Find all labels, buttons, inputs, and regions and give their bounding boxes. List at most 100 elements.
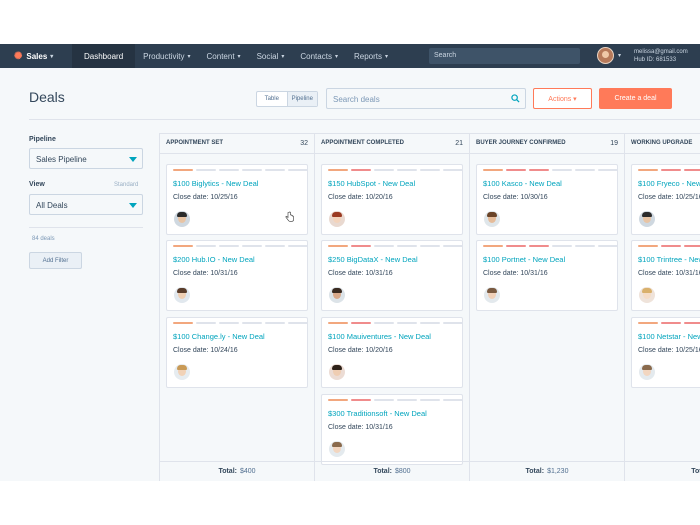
global-search-input[interactable]: Search xyxy=(429,48,580,64)
view-table-button[interactable]: Table xyxy=(257,92,287,106)
avatar-hair xyxy=(642,365,652,370)
nav-reports[interactable]: Reports ▾ xyxy=(346,44,396,68)
total-label: Total: xyxy=(525,468,545,475)
deal-title-link[interactable]: $100 Kasco - New Deal xyxy=(483,179,562,188)
deal-card[interactable]: $100 Change.ly - New Deal Close date: 10/… xyxy=(166,317,308,388)
nav-productivity[interactable]: Productivity ▾ xyxy=(135,44,198,68)
deal-close-date: Close date: 10/31/16 xyxy=(483,270,548,277)
caret-down-icon xyxy=(129,157,137,162)
column-count: 19 xyxy=(610,140,618,147)
nav-content[interactable]: Content ▾ xyxy=(199,44,249,68)
nav-dashboard[interactable]: Dashboard xyxy=(72,44,136,68)
deal-title-link[interactable]: $250 BigDataX - New Deal xyxy=(328,255,418,264)
top-margin xyxy=(0,0,700,44)
deal-title-link[interactable]: $150 HubSpot - New Deal xyxy=(328,179,415,188)
deal-card[interactable]: $300 Traditionsoft - New Deal Close date:… xyxy=(321,394,463,465)
brand-menu[interactable]: ✺ Sales ▾ xyxy=(0,51,72,62)
stage-progress-segment xyxy=(661,169,681,171)
stage-progress xyxy=(638,322,700,324)
stage-progress-segment xyxy=(443,169,463,171)
create-deal-button[interactable]: Create a deal xyxy=(599,88,672,109)
owner-avatar[interactable] xyxy=(329,287,345,303)
deal-title-link[interactable]: $100 Mauiventures - New Deal xyxy=(328,332,431,341)
column-total: Total: xyxy=(625,461,700,481)
deal-card[interactable]: $150 HubSpot - New Deal Close date: 10/20… xyxy=(321,164,463,235)
deal-title-link[interactable]: $100 Change.ly - New Deal xyxy=(173,332,265,341)
deal-title-link[interactable]: $100 Trintree - New Deal xyxy=(638,255,700,264)
pipeline-select[interactable]: Sales Pipeline xyxy=(29,148,143,169)
owner-avatar[interactable] xyxy=(329,364,345,380)
deal-card[interactable]: $100 Portnet - New Deal Close date: 10/31… xyxy=(476,240,618,311)
deal-close-date: Close date: 10/20/16 xyxy=(328,347,393,354)
owner-avatar[interactable] xyxy=(174,211,190,227)
view-hint: Standard xyxy=(114,182,139,188)
avatar-hair xyxy=(177,288,187,293)
stage-progress xyxy=(328,245,463,247)
owner-avatar[interactable] xyxy=(174,287,190,303)
nav-social-label: Social xyxy=(256,51,279,61)
deal-card[interactable]: $100 Trintree - New Deal Close date: 10/3… xyxy=(631,240,700,311)
nav-contacts-label: Contacts xyxy=(300,51,332,61)
search-deals-placeholder: Search deals xyxy=(333,95,380,104)
deal-close-date: Close date: 10/31/16 xyxy=(328,424,393,431)
column-header: APPOINTMENT COMPLETED 21 xyxy=(315,133,469,154)
owner-avatar[interactable] xyxy=(174,364,190,380)
search-icon[interactable] xyxy=(511,94,520,103)
nav-social[interactable]: Social ▾ xyxy=(249,44,293,68)
stage-progress-segment xyxy=(374,322,394,324)
deal-card[interactable]: $250 BigDataX - New Deal Close date: 10/3… xyxy=(321,240,463,311)
avatar-hair xyxy=(487,288,497,293)
pipeline-column: BUYER JOURNEY CONFIRMED 19 $100 Kasco - Ne… xyxy=(469,133,624,481)
deal-close-date: Close date: 10/30/16 xyxy=(483,194,548,201)
owner-avatar[interactable] xyxy=(639,364,655,380)
chevron-down-icon: ▾ xyxy=(384,53,388,60)
stage-progress-segment xyxy=(219,245,239,247)
divider xyxy=(29,227,143,228)
view-pipeline-button[interactable]: Pipeline xyxy=(286,92,317,106)
stage-progress xyxy=(173,169,308,171)
stage-progress-segment xyxy=(265,245,285,247)
deal-close-date: Close date: 10/25/16 xyxy=(173,194,238,201)
user-avatar[interactable] xyxy=(597,47,614,64)
owner-avatar[interactable] xyxy=(639,287,655,303)
chevron-down-icon: ▾ xyxy=(281,53,285,60)
view-select-value: All Deals xyxy=(36,201,68,210)
owner-avatar[interactable] xyxy=(329,441,345,457)
add-filter-button[interactable]: Add Filter xyxy=(29,252,82,269)
deal-count: 84 deals xyxy=(32,236,55,242)
app-window: ✺ Sales ▾ Dashboard Productivity ▾ Conten… xyxy=(0,44,700,481)
stage-progress-segment xyxy=(483,245,503,247)
deal-card[interactable]: $100 Mauiventures - New Deal Close date: … xyxy=(321,317,463,388)
owner-avatar[interactable] xyxy=(484,211,500,227)
user-info[interactable]: melissa@gmail.com Hub ID: 681533 xyxy=(634,48,688,64)
nav-contacts[interactable]: Contacts ▾ xyxy=(292,44,346,68)
deal-card[interactable]: $100 Fryeco - New Deal Close date: 10/25/… xyxy=(631,164,700,235)
actions-button[interactable]: Actions ▾ xyxy=(533,88,592,109)
deal-card[interactable]: $100 Kasco - New Deal Close date: 10/30/1… xyxy=(476,164,618,235)
deal-card[interactable]: $200 Hub.IO - New Deal Close date: 10/31/… xyxy=(166,240,308,311)
owner-avatar[interactable] xyxy=(484,287,500,303)
deal-title-link[interactable]: $100 Netstar - New Deal xyxy=(638,332,700,341)
chevron-down-icon[interactable]: ▾ xyxy=(618,52,621,59)
avatar-hair xyxy=(332,288,342,293)
stage-progress xyxy=(328,169,463,171)
deal-card[interactable]: $100 Netstar - New Deal Close date: 10/25… xyxy=(631,317,700,388)
deal-close-date: Close date: 10/20/16 xyxy=(328,194,393,201)
deal-title-link[interactable]: $100 Biglytics - New Deal xyxy=(173,179,258,188)
deal-title-link[interactable]: $100 Portnet - New Deal xyxy=(483,255,565,264)
avatar-hair xyxy=(332,442,342,447)
column-title: WORKING UPGRADE xyxy=(631,140,693,146)
view-select[interactable]: All Deals xyxy=(29,194,143,215)
column-total: Total: $1,230 xyxy=(470,461,624,481)
deal-title-link[interactable]: $100 Fryeco - New Deal xyxy=(638,179,700,188)
stage-progress-segment xyxy=(638,169,658,171)
deal-title-link[interactable]: $200 Hub.IO - New Deal xyxy=(173,255,255,264)
stage-progress-segment xyxy=(351,322,371,324)
hubspot-sprocket-icon: ✺ xyxy=(14,50,23,62)
search-deals-input[interactable]: Search deals xyxy=(326,88,526,109)
deal-title-link[interactable]: $300 Traditionsoft - New Deal xyxy=(328,409,427,418)
owner-avatar[interactable] xyxy=(329,211,345,227)
owner-avatar[interactable] xyxy=(639,211,655,227)
deal-card[interactable]: $100 Biglytics - New Deal Close date: 10/… xyxy=(166,164,308,235)
stage-progress xyxy=(483,169,618,171)
